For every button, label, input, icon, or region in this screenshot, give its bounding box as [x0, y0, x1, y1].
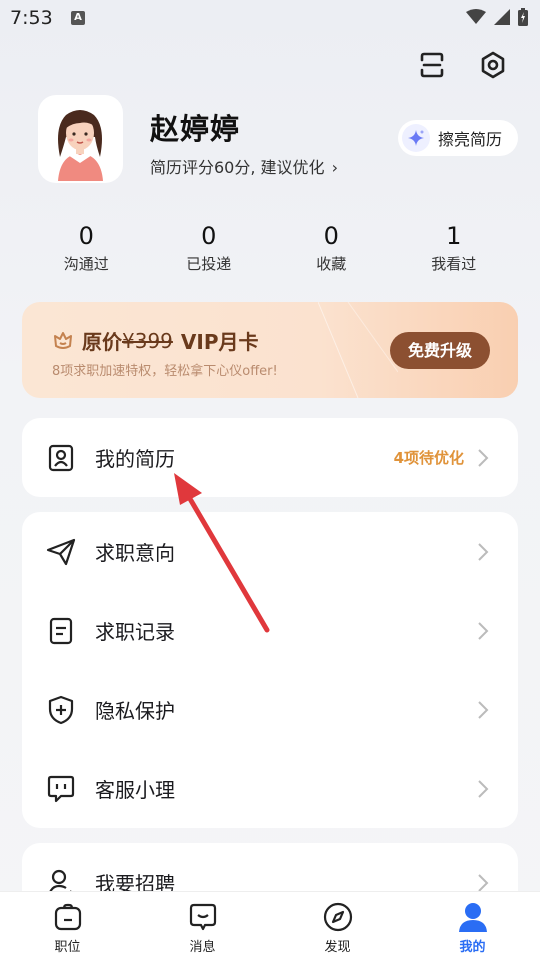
vip-original-price: ¥399 [122, 328, 173, 353]
status-time: 7:53 [10, 7, 53, 29]
tab-label: 职位 [54, 940, 81, 955]
menu-item-privacy[interactable]: 隐私保护 [22, 670, 518, 749]
tab-label: 消息 [189, 940, 216, 955]
compass-icon [270, 900, 405, 934]
avatar[interactable] [40, 97, 121, 181]
stat-label: 沟通过 [63, 255, 109, 273]
status-icons [466, 8, 528, 26]
status-bar: 7:53 A [0, 0, 540, 36]
document-icon [46, 616, 76, 646]
resume-optimize-hint: 4项待优化 [393, 449, 464, 467]
vip-banner[interactable]: 原价 ¥399 VIP月卡 8项求职加速特权，轻松拿下心仪offer! 免费升级 [22, 302, 518, 398]
menu-label: 求职记录 [95, 620, 175, 644]
resume-score-link[interactable]: 简历评分60分, 建议优化 › [150, 154, 338, 178]
user-name: 赵婷婷 [150, 112, 241, 146]
tab-jobs[interactable]: 职位 [0, 892, 135, 960]
tab-label: 我的 [459, 940, 486, 955]
stat-label: 收藏 [316, 255, 347, 273]
menu-label: 求职意向 [95, 541, 175, 565]
tab-messages[interactable]: 消息 [135, 892, 270, 960]
chevron-right-icon [478, 621, 489, 640]
resume-icon [46, 443, 76, 473]
stat-value: 0 [78, 222, 94, 250]
vip-title-suffix: VIP月卡 [180, 330, 259, 354]
tab-mine[interactable]: 我的 [405, 892, 540, 960]
send-icon [46, 537, 76, 567]
tab-label: 发现 [324, 940, 351, 955]
polish-resume-label: 擦亮简历 [438, 130, 503, 149]
user-icon [405, 900, 540, 934]
message-icon [135, 900, 270, 934]
resume-score-text: 简历评分60分, 建议优化 [150, 158, 325, 177]
menu-item-job-intention[interactable]: 求职意向 [22, 512, 518, 591]
stat-applied[interactable]: 0 已投递 [148, 222, 271, 274]
stat-favorites[interactable]: 0 收藏 [270, 222, 393, 274]
stat-value: 0 [201, 222, 217, 250]
settings-icon[interactable] [476, 48, 510, 82]
signal-icon [494, 9, 510, 25]
menu-label: 客服小理 [95, 778, 175, 802]
my-resume-row[interactable]: 我的简历 4项待优化 [22, 418, 518, 497]
vip-crown-icon [54, 331, 72, 349]
wifi-icon [466, 9, 486, 24]
vip-title: 原价 ¥399 VIP月卡 [52, 326, 258, 355]
tab-discover[interactable]: 发现 [270, 892, 405, 960]
stats-bar: 0 沟通过 0 已投递 0 收藏 1 我看过 [25, 222, 515, 274]
stat-viewed[interactable]: 1 我看过 [393, 222, 516, 274]
chevron-right-icon [478, 448, 489, 467]
notification-icon: A [71, 11, 85, 25]
menu-item-customer-service[interactable]: 客服小理 [22, 749, 518, 828]
menu-item-job-records[interactable]: 求职记录 [22, 591, 518, 670]
battery-icon [518, 8, 528, 26]
chevron-right-icon: › [331, 158, 339, 177]
sparkle-icon [402, 124, 430, 152]
chevron-right-icon [478, 873, 489, 892]
polish-resume-button[interactable]: 擦亮简历 [398, 120, 518, 156]
chevron-right-icon [478, 779, 489, 798]
vip-title-prefix: 原价 [82, 330, 122, 354]
my-resume-label: 我的简历 [95, 447, 175, 471]
bottom-tab-bar: 职位 消息 发现 我的 [0, 891, 540, 960]
stat-label: 已投递 [186, 255, 232, 273]
shield-icon [46, 695, 76, 725]
chat-icon [46, 774, 76, 804]
scan-icon[interactable] [415, 48, 449, 82]
menu-card: 求职意向 求职记录 隐私保护 客服小理 [22, 512, 518, 828]
chevron-right-icon [478, 542, 489, 561]
resume-card: 我的简历 4项待优化 [22, 418, 518, 497]
upgrade-button[interactable]: 免费升级 [390, 332, 490, 369]
menu-label: 隐私保护 [95, 699, 175, 723]
chevron-right-icon [478, 700, 489, 719]
vip-description: 8项求职加速特权，轻松拿下心仪offer! [52, 364, 278, 379]
stat-contacted[interactable]: 0 沟通过 [25, 222, 148, 274]
briefcase-icon [0, 900, 135, 934]
stat-label: 我看过 [431, 255, 477, 273]
stat-value: 1 [446, 222, 462, 250]
stat-value: 0 [323, 222, 339, 250]
